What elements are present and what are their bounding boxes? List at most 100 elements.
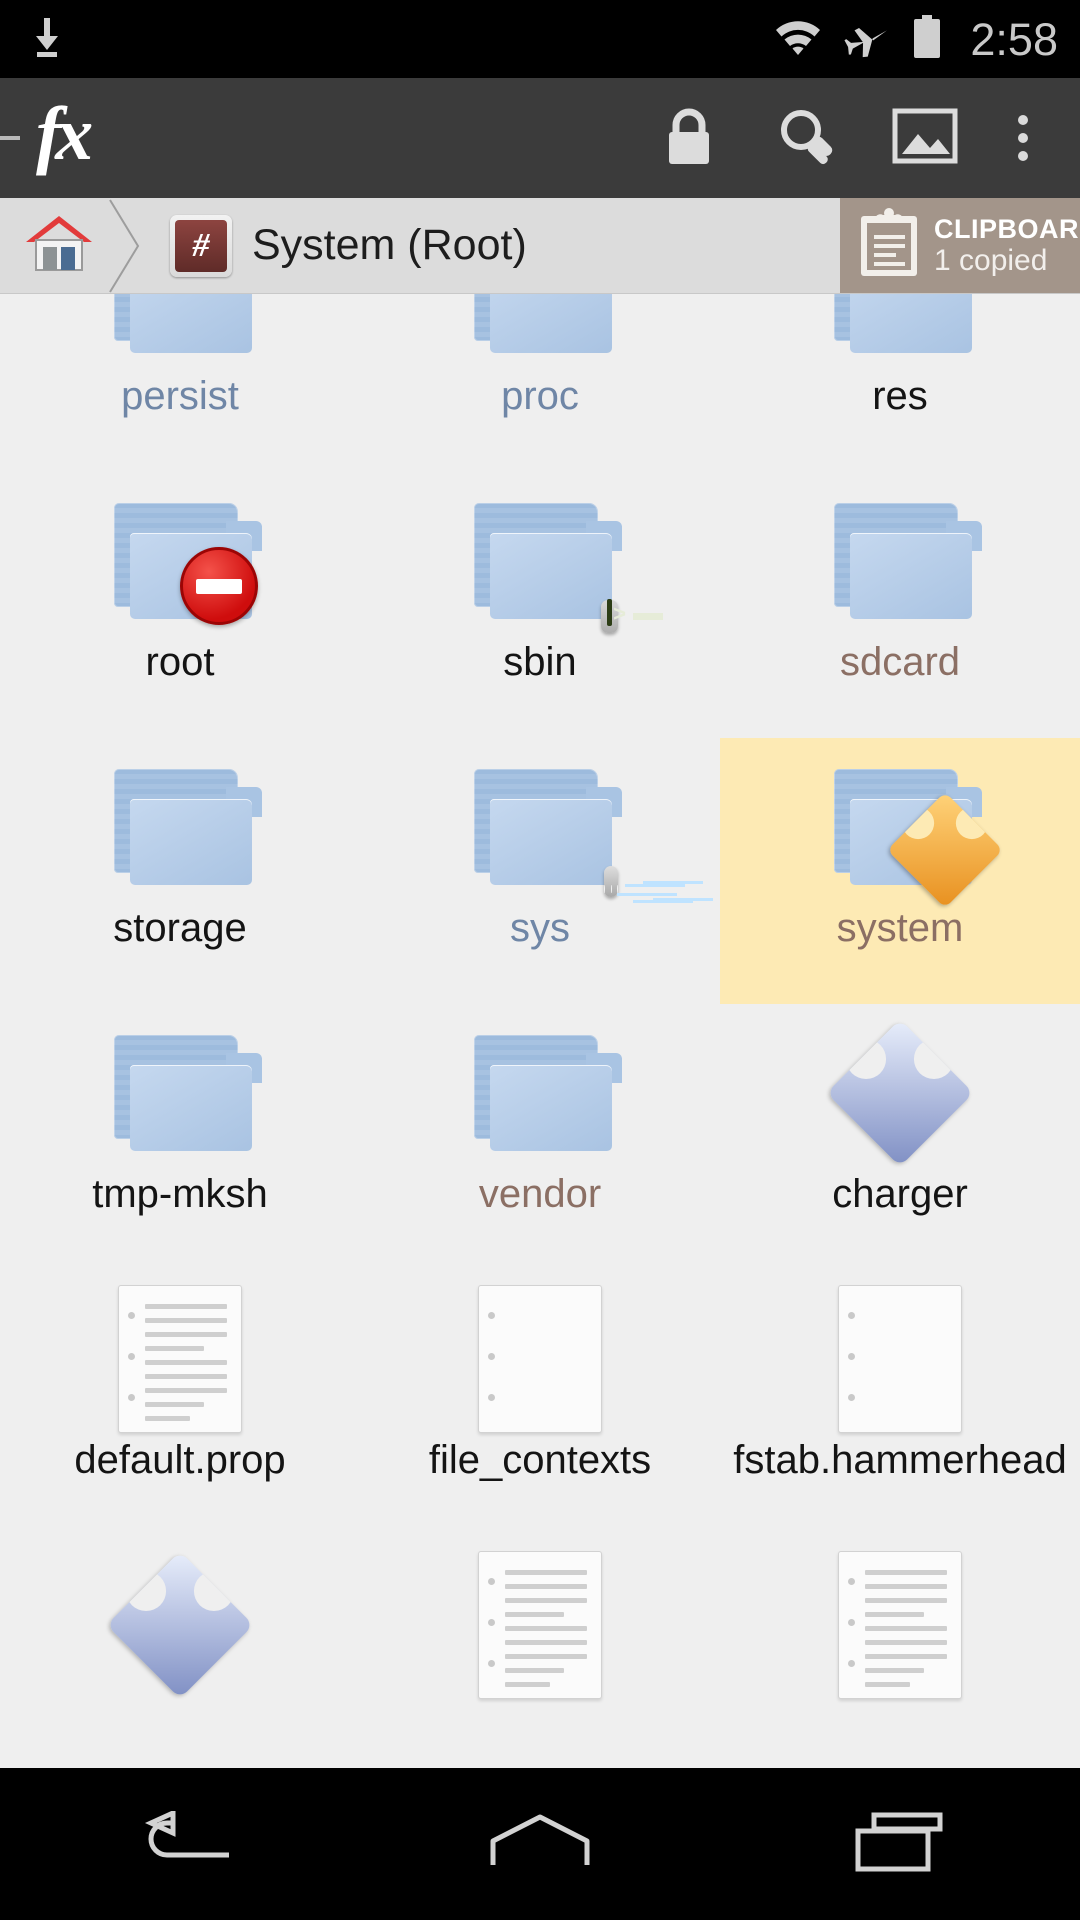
file-icon-container (820, 486, 982, 636)
file-icon-container (460, 1284, 620, 1434)
file-label: proc (501, 374, 579, 418)
file-grid-item[interactable]: system (720, 738, 1080, 1004)
app-bar-actions (630, 78, 1062, 198)
overflow-menu-button[interactable] (984, 78, 1062, 198)
image-icon (892, 108, 958, 169)
clipboard-title: CLIPBOARD (934, 213, 1080, 244)
file-label: sbin (503, 640, 577, 684)
status-bar-clock: 2:58 (970, 13, 1058, 65)
file-label: fstab.hammerhead (733, 1438, 1067, 1482)
status-bar: 2:58 (0, 0, 1080, 78)
document-icon (478, 1285, 602, 1433)
back-icon (125, 1808, 235, 1878)
file-grid-container[interactable]: persist proc res root > sbin sdcard storage sys s… (0, 294, 1080, 1768)
overflow-menu-icon (1018, 115, 1028, 161)
file-grid-item[interactable] (720, 1536, 1080, 1768)
file-icon-container (460, 1018, 622, 1168)
images-button[interactable] (866, 78, 984, 198)
drawer-handle-icon[interactable] (0, 136, 20, 140)
clipboard-icon (858, 207, 920, 284)
app-logo[interactable]: fx (36, 96, 93, 172)
file-label: sys (510, 906, 570, 950)
file-icon-container (460, 294, 620, 370)
nav-back-button[interactable] (80, 1768, 280, 1920)
file-icon-container (820, 1284, 980, 1434)
home-nav-icon (487, 1811, 593, 1878)
file-icon-container (820, 294, 980, 370)
file-grid-item[interactable] (0, 1536, 360, 1768)
breadcrumb-current[interactable]: # System (Root) (148, 214, 533, 277)
terminal-badge-icon: > (601, 599, 663, 633)
file-grid-item[interactable]: fstab.hammerhead (720, 1270, 1080, 1536)
file-label: vendor (478, 1172, 602, 1216)
folder-icon (108, 503, 262, 625)
file-grid-item[interactable]: sys (360, 738, 720, 1004)
folder-icon (108, 1035, 262, 1151)
home-icon (22, 210, 96, 281)
package-icon (106, 1551, 254, 1699)
chevron-right-icon (102, 198, 148, 293)
file-grid-item[interactable]: file_contexts (360, 1270, 720, 1536)
file-icon-container (460, 752, 622, 902)
no-access-badge-icon (180, 547, 258, 625)
file-icon-container (100, 486, 262, 636)
wifi-icon (774, 18, 822, 61)
file-grid-item[interactable]: > sbin (360, 472, 720, 738)
document-icon (118, 1285, 242, 1433)
file-grid-item[interactable]: default.prop (0, 1270, 360, 1536)
folder-icon (828, 294, 972, 353)
file-icon-container (100, 1550, 260, 1700)
file-icon-container (820, 1018, 980, 1168)
file-label: tmp-mksh (92, 1172, 268, 1216)
file-label: charger (832, 1172, 968, 1216)
folder-icon (108, 294, 252, 353)
file-icon-container (460, 1550, 620, 1700)
file-grid-item[interactable]: proc (360, 294, 720, 472)
lock-button[interactable] (630, 78, 748, 198)
clipboard-button[interactable]: CLIPBOARD 1 copied (840, 198, 1080, 293)
folder-icon (468, 1035, 622, 1151)
file-grid-item[interactable]: sdcard (720, 472, 1080, 738)
search-icon (776, 105, 838, 172)
document-icon (478, 1551, 602, 1699)
document-icon (838, 1551, 962, 1699)
file-label: persist (121, 374, 239, 418)
folder-icon: > (468, 503, 663, 633)
breadcrumb-home[interactable] (0, 210, 102, 281)
system-navigation-bar (0, 1768, 1080, 1920)
breadcrumb-title: System (Root) (252, 221, 527, 269)
file-grid-item[interactable]: charger (720, 1004, 1080, 1270)
airplane-mode-icon (844, 16, 890, 63)
folder-icon (828, 503, 982, 619)
breadcrumb: # System (Root) CLIPBOARD 1 copied (0, 198, 1080, 294)
battery-icon (912, 14, 942, 64)
recents-icon (852, 1809, 948, 1880)
file-label: res (872, 374, 928, 418)
breadcrumb-path: # System (Root) (0, 198, 840, 293)
nav-home-button[interactable] (440, 1768, 640, 1920)
file-grid-item[interactable]: storage (0, 738, 360, 1004)
file-grid-item[interactable]: persist (0, 294, 360, 472)
file-grid-item[interactable]: tmp-mksh (0, 1004, 360, 1270)
file-icon-container (820, 752, 1003, 908)
file-grid-item[interactable]: root (0, 472, 360, 738)
lock-icon (661, 105, 717, 172)
nav-recents-button[interactable] (800, 1768, 1000, 1920)
file-grid-item[interactable]: res (720, 294, 1080, 472)
root-badge-icon: # (170, 214, 232, 277)
file-label: file_contexts (428, 1438, 652, 1482)
file-label: system (836, 906, 964, 950)
folder-icon (468, 769, 622, 897)
file-icon-container: > (460, 486, 663, 636)
file-label: storage (113, 906, 247, 950)
status-bar-notifications (30, 16, 64, 63)
status-bar-system-icons: 2:58 (774, 13, 1058, 65)
search-button[interactable] (748, 78, 866, 198)
file-grid: persist proc res root > sbin sdcard storage sys s… (0, 294, 1080, 1768)
folder-icon (108, 769, 262, 885)
file-label: root (145, 640, 215, 684)
file-icon-container (820, 1550, 980, 1700)
file-grid-item[interactable]: vendor (360, 1004, 720, 1270)
file-grid-item[interactable] (360, 1536, 720, 1768)
file-icon-container (100, 1284, 260, 1434)
